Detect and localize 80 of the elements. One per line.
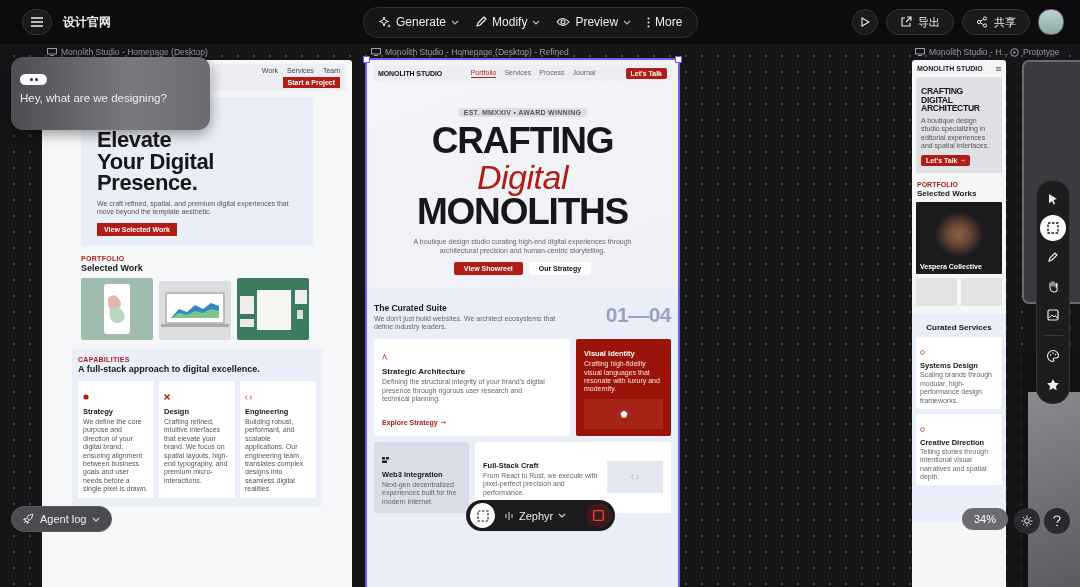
blocks-icon	[382, 456, 389, 463]
section-heading: Selected Works	[917, 189, 978, 199]
select-area-button[interactable]	[470, 503, 495, 528]
play-button[interactable]	[852, 9, 878, 35]
image-icon	[1046, 308, 1060, 322]
help-icon	[1053, 515, 1061, 527]
pentagon-icon	[619, 409, 628, 418]
hero-heading: CRAFTING DIGITAL ARCHITECTUR	[921, 87, 981, 113]
waveform-icon	[505, 510, 514, 521]
toolbar-button[interactable]: Modify	[468, 15, 548, 29]
rocket-icon	[22, 513, 34, 525]
design-frame[interactable]	[42, 60, 352, 587]
avatar[interactable]	[1038, 9, 1064, 35]
target-icon	[83, 393, 89, 400]
sparkle-icon	[379, 16, 391, 28]
toolbar-button[interactable]: Generate	[372, 15, 467, 29]
a-icon	[382, 354, 387, 361]
section-counter: 01—04	[605, 302, 671, 327]
zoom-level[interactable]: 34%	[962, 508, 1008, 530]
monitor-icon	[915, 48, 925, 56]
menu-icon	[996, 66, 1001, 71]
hero-heading: CRAFTING Digital MONOLITHS	[415, 122, 630, 230]
model-dropdown[interactable]: Zephyr	[505, 509, 567, 522]
share-icon	[976, 16, 988, 28]
pencil-icon	[475, 16, 488, 28]
selection-handle[interactable]	[363, 56, 370, 63]
monitor-icon	[47, 48, 57, 56]
palette-icon	[1046, 349, 1060, 363]
select-tool[interactable]	[1040, 215, 1066, 241]
stationery-mockup-drawing	[237, 278, 309, 341]
section-heading: Selected Work	[81, 263, 144, 274]
frame-title[interactable]: Monolith Studio - Homepage (Desktop) - Refined	[385, 47, 569, 57]
design-icon	[164, 393, 170, 400]
play-icon	[860, 17, 870, 27]
pen-icon	[1046, 250, 1060, 264]
design-frame[interactable]	[912, 60, 1006, 587]
toolbar-button[interactable]: Preview	[549, 15, 639, 29]
toolbar-button[interactable]: More	[640, 15, 690, 29]
eye-icon	[556, 17, 571, 27]
service-icon	[920, 350, 925, 356]
section-heading: The Curated Suite	[374, 302, 448, 313]
arrow-right-icon	[440, 421, 446, 425]
code-icon	[245, 394, 252, 400]
chevron-down-icon	[623, 19, 632, 25]
chevron-down-icon	[451, 19, 460, 25]
star-icon	[1046, 378, 1060, 392]
select-icon	[476, 509, 489, 522]
frame-title[interactable]: Monolith Studio - Homepage (Desktop)	[61, 47, 208, 57]
phone-mockup-drawing	[81, 278, 153, 341]
laptop-mockup-drawing	[159, 278, 231, 341]
stop-button[interactable]	[586, 503, 611, 528]
code-icon	[631, 474, 639, 481]
service-icon	[920, 426, 925, 432]
sun-icon	[1021, 515, 1033, 527]
play-circle-icon	[1010, 47, 1019, 57]
more-icon	[647, 16, 651, 28]
hand-icon	[1046, 279, 1060, 293]
agent-log-button[interactable]: Agent log	[11, 506, 112, 532]
typing-indicator	[20, 74, 47, 85]
section-heading: A full-stack approach to digital excellence.	[78, 364, 261, 375]
arrow-right-icon	[960, 159, 965, 163]
select-icon	[1046, 221, 1060, 235]
export-button[interactable]: 导出	[886, 9, 954, 35]
chevron-down-icon	[532, 19, 541, 25]
monitor-icon	[371, 48, 381, 56]
frame-title[interactable]: Prototype	[1023, 47, 1060, 57]
menu-button[interactable]	[22, 9, 52, 35]
chevron-down-icon	[558, 513, 567, 518]
stop-icon	[593, 510, 604, 521]
hero-heading: Elevate Your Digital Presence.	[97, 129, 216, 194]
share-button[interactable]: 共享	[962, 9, 1030, 35]
section-heading: Curated Services	[925, 323, 993, 333]
assistant-message: Hey, what are we designing?	[20, 92, 168, 104]
chevron-down-icon	[92, 516, 101, 522]
card-title: Strategic Architecture	[382, 367, 467, 377]
frame-title[interactable]: Monolith Studio - H...	[929, 47, 1009, 57]
selection-handle[interactable]	[675, 56, 682, 63]
export-icon	[900, 16, 912, 28]
project-title: 设计官网	[63, 13, 112, 31]
menu-icon	[31, 17, 43, 27]
